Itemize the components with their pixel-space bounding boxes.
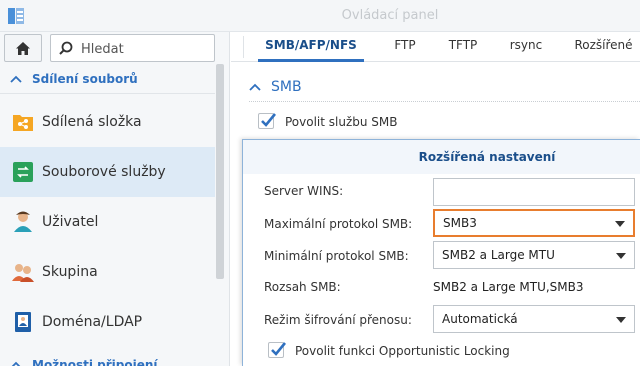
sidebar-item-file-services[interactable]: Souborové služby	[0, 147, 215, 197]
search-icon	[59, 41, 73, 55]
tab-separator	[243, 36, 244, 58]
sidebar-item-domain-ldap[interactable]: Doména/LDAP	[0, 297, 215, 347]
dialog-title: Rozšířená nastavení	[418, 150, 556, 164]
search-box[interactable]	[50, 34, 215, 62]
wins-server-input[interactable]	[433, 178, 635, 206]
chevron-up-icon	[249, 80, 261, 94]
home-button[interactable]	[4, 34, 42, 62]
smb-section-header[interactable]: SMB	[249, 77, 302, 97]
title-bar: Ovládací panel	[0, 0, 640, 32]
encryption-mode-label: Režim šifrování přenosu:	[264, 313, 412, 327]
chevron-down-icon	[616, 317, 626, 323]
max-protocol-value: SMB3	[443, 216, 477, 230]
enable-smb-label: Povolit službu SMB	[285, 115, 398, 129]
wins-server-label: Server WINS:	[264, 184, 344, 198]
window-title: Ovládací panel	[341, 8, 439, 23]
smb-range-value: SMB2 a Large MTU,SMB3	[433, 280, 584, 294]
section-connectivity[interactable]: Možnosti připojení	[0, 350, 215, 366]
user-icon	[12, 211, 34, 233]
sidebar-item-user[interactable]: Uživatel	[0, 197, 215, 247]
tab-bar: SMB/AFP/NFS FTP TFTP rsync Rozšířené	[231, 32, 640, 62]
checkmark-icon	[261, 113, 277, 127]
chevron-down-icon	[615, 221, 625, 227]
section-file-sharing[interactable]: Sdílení souborů	[0, 64, 215, 94]
sidebar-item-group[interactable]: Skupina	[0, 247, 215, 297]
chevron-up-icon	[10, 72, 22, 86]
max-protocol-label: Maximální protokol SMB:	[264, 217, 413, 231]
oplock-checkbox[interactable]	[268, 342, 287, 358]
domain-ldap-icon	[12, 311, 34, 333]
min-protocol-value: SMB2 a Large MTU	[442, 248, 555, 262]
max-protocol-select[interactable]: SMB3	[433, 209, 635, 237]
enable-smb-checkbox[interactable]	[258, 113, 277, 129]
sidebar-item-label: Skupina	[42, 264, 98, 280]
smb-section-title: SMB	[271, 79, 302, 95]
smb-range-label: Rozsah SMB:	[264, 280, 341, 294]
checkmark-icon	[271, 342, 287, 356]
chevron-up-icon	[10, 358, 22, 366]
encryption-mode-select[interactable]: Automatická	[433, 305, 635, 333]
section-label: Možnosti připojení	[32, 358, 158, 366]
min-protocol-select[interactable]: SMB2 a Large MTU	[433, 241, 635, 269]
chevron-down-icon	[616, 253, 626, 259]
sidebar-item-label: Sdílená složka	[42, 114, 142, 130]
dialog-header: Rozšířená nastavení	[243, 140, 640, 174]
sidebar-item-label: Souborové služby	[42, 164, 166, 180]
oplock-label: Povolit funkci Opportunistic Locking	[295, 344, 510, 358]
home-icon	[16, 41, 30, 55]
shared-folder-icon	[12, 111, 34, 133]
group-icon	[12, 261, 34, 283]
tab-ftp[interactable]: FTP	[387, 32, 423, 62]
sidebar-item-label: Uživatel	[42, 214, 99, 230]
sidebar-item-label: Doména/LDAP	[42, 314, 143, 330]
tab-smb-afp-nfs[interactable]: SMB/AFP/NFS	[258, 32, 364, 62]
section-divider	[249, 101, 640, 102]
tab-advanced[interactable]: Rozšířené	[567, 32, 640, 62]
section-label: Sdílení souborů	[32, 71, 138, 86]
tab-rsync[interactable]: rsync	[503, 32, 549, 62]
sidebar-item-shared-folder[interactable]: Sdílená složka	[0, 97, 215, 147]
tab-tftp[interactable]: TFTP	[443, 32, 483, 62]
sidebar: Sdílení souborů Sdílená složka Souborové…	[0, 32, 230, 366]
sidebar-scrollbar[interactable]	[216, 64, 224, 279]
search-input[interactable]	[81, 40, 209, 58]
file-services-icon	[12, 161, 34, 183]
min-protocol-label: Minimální protokol SMB:	[264, 249, 409, 263]
advanced-settings-dialog: Rozšířená nastavení Server WINS: Maximál…	[242, 139, 640, 366]
encryption-mode-value: Automatická	[442, 312, 518, 326]
